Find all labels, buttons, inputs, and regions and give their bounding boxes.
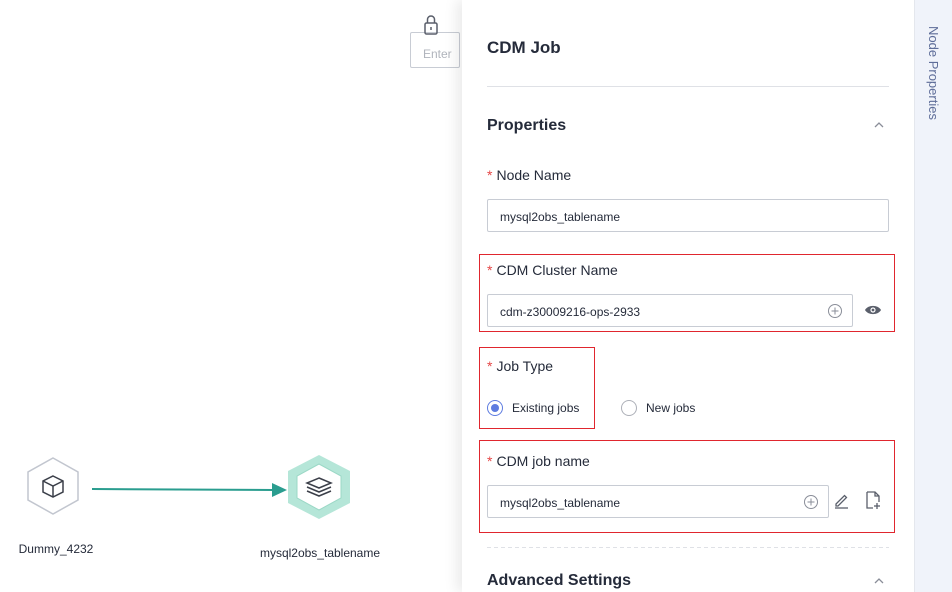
divider	[487, 547, 889, 548]
chevron-up-icon[interactable]	[872, 120, 886, 130]
radio-new-jobs-label: New jobs	[646, 401, 696, 415]
properties-section-title: Properties	[487, 117, 567, 134]
edit-icon[interactable]	[832, 491, 850, 509]
cdm-node-label: mysql2obs_tablename	[259, 546, 381, 560]
job-type-label-text: Job Type	[496, 358, 554, 374]
cdm-job-name-label-text: CDM job name	[496, 453, 590, 469]
divider	[487, 86, 889, 87]
workflow-canvas[interactable]: Enter Dummy_4232 mysql2obs_tablename	[0, 0, 462, 592]
job-type-label: * Job Type	[487, 358, 553, 374]
eye-icon[interactable]	[864, 303, 882, 317]
panel-title: CDM Job	[487, 38, 561, 57]
required-mark: *	[487, 262, 493, 278]
cdm-cluster-name-select[interactable]: cdm-z30009216-ops-2933	[487, 294, 853, 327]
radio-selected-indicator	[487, 400, 503, 416]
node-name-label-text: Node Name	[496, 167, 572, 183]
dummy-node[interactable]	[25, 456, 81, 516]
node-name-input[interactable]: mysql2obs_tablename	[487, 199, 889, 232]
cdm-cluster-name-label: * CDM Cluster Name	[487, 262, 618, 278]
lock-icon[interactable]	[420, 12, 442, 38]
required-mark: *	[487, 358, 493, 374]
new-file-icon[interactable]	[864, 490, 882, 510]
tab-node-properties[interactable]: Node Properties	[926, 26, 941, 120]
chevron-up-icon[interactable]	[872, 576, 886, 586]
plus-circle-icon[interactable]	[803, 494, 819, 510]
radio-unselected-indicator	[621, 400, 637, 416]
node-properties-panel: CDM Job Properties * Node Name mysql2obs_…	[462, 0, 914, 592]
dummy-node-label: Dummy_4232	[18, 542, 94, 556]
side-tab-bar: Node Properties	[914, 0, 952, 592]
cdm-job-name-select[interactable]: mysql2obs_tablename	[487, 485, 829, 518]
cdm-job-node[interactable]	[284, 454, 354, 520]
radio-existing-jobs-label: Existing jobs	[512, 401, 580, 415]
radio-new-jobs[interactable]: New jobs	[621, 398, 695, 418]
plus-circle-icon[interactable]	[827, 303, 843, 319]
required-mark: *	[487, 167, 493, 183]
advanced-settings-section-title: Advanced Settings	[487, 572, 632, 589]
required-mark: *	[487, 453, 493, 469]
cdm-cluster-name-label-text: CDM Cluster Name	[496, 262, 618, 278]
node-name-label: * Node Name	[487, 167, 571, 183]
cdm-job-name-label: * CDM job name	[487, 453, 590, 469]
radio-existing-jobs[interactable]: Existing jobs	[487, 398, 579, 418]
edge-arrow[interactable]	[90, 478, 290, 502]
